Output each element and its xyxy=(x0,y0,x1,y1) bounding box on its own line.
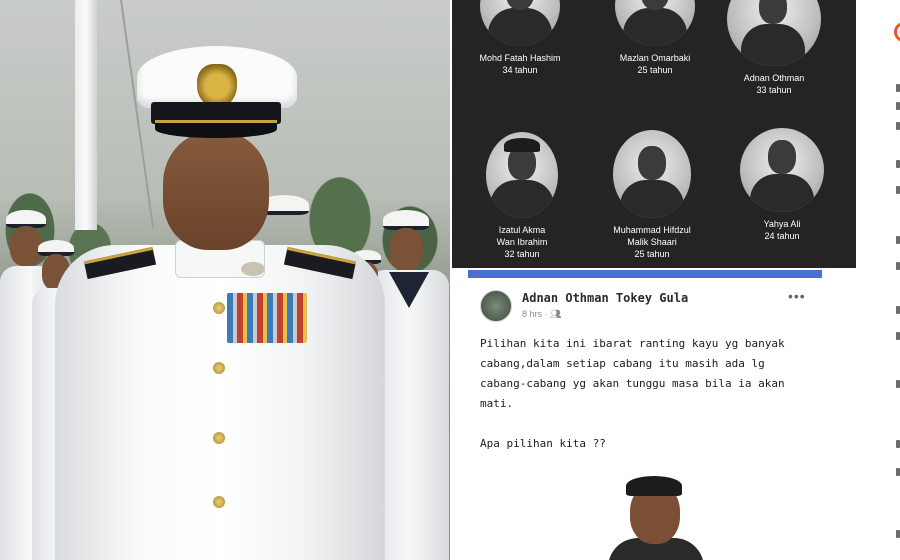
cropped-text-fragment xyxy=(896,236,900,244)
profile-ring-icon xyxy=(894,22,900,42)
uniform-pin xyxy=(241,262,265,276)
victim-portrait xyxy=(480,0,560,46)
victim-card: Yahya Ali 24 tahun xyxy=(722,128,842,242)
victim-portrait xyxy=(727,0,821,66)
post-meta: 8 hrs · 👥︎ xyxy=(522,309,561,320)
victim-name: Izatul Akma Wan Ibrahim xyxy=(496,225,548,247)
cropped-text-fragment xyxy=(896,102,900,110)
victim-portrait xyxy=(613,130,691,218)
facebook-post: Adnan Othman Tokey Gula 8 hrs · 👥︎ ••• P… xyxy=(468,270,822,560)
cropped-text-fragment xyxy=(896,122,900,130)
uniform-button xyxy=(213,496,225,508)
naval-officer-photo xyxy=(0,0,450,560)
victim-name: Yahya Ali xyxy=(763,219,801,229)
victim-age: 34 tahun xyxy=(502,65,538,75)
victim-name: Adnan Othman xyxy=(743,73,805,83)
friends-icon: 👥︎ xyxy=(550,309,562,319)
victim-name: Muhammad Hifdzul Malik Shaari xyxy=(613,225,691,247)
post-photo[interactable] xyxy=(468,460,822,560)
naval-officer xyxy=(55,40,385,560)
victim-portrait xyxy=(740,128,824,212)
cropped-text-fragment xyxy=(896,186,900,194)
victim-age: 24 tahun xyxy=(764,231,800,241)
victim-name: Mohd Fatah Hashim xyxy=(479,53,561,63)
cropped-text-fragment xyxy=(896,262,900,270)
medal-ribbons xyxy=(227,293,307,343)
avatar[interactable] xyxy=(480,290,512,322)
victim-age: 25 tahun xyxy=(634,249,670,259)
victim-portrait xyxy=(486,132,558,218)
victims-panel: Mohd Fatah Hashim 34 tahun Mazlan Omarba… xyxy=(452,0,856,268)
cropped-text-fragment xyxy=(896,380,900,388)
victim-name: Mazlan Omarbaki xyxy=(619,53,691,63)
white-dress-uniform xyxy=(55,245,385,560)
cropped-text-fragment xyxy=(896,468,900,476)
cropped-text-fragment xyxy=(896,332,900,340)
victim-age: 32 tahun xyxy=(504,249,540,259)
cropped-side-column xyxy=(882,0,900,560)
victim-card: Mazlan Omarbaki 25 tahun xyxy=(595,0,715,76)
post-time[interactable]: 8 hrs xyxy=(522,309,542,319)
facebook-header-bar xyxy=(468,270,822,278)
victim-card: Izatul Akma Wan Ibrahim 32 tahun xyxy=(462,132,582,260)
victim-age: 33 tahun xyxy=(756,85,792,95)
cropped-text-fragment xyxy=(896,306,900,314)
cropped-text-fragment xyxy=(896,160,900,168)
victim-card: Muhammad Hifdzul Malik Shaari 25 tahun xyxy=(592,130,712,260)
victim-card: Mohd Fatah Hashim 34 tahun xyxy=(460,0,580,76)
uniform-button xyxy=(213,302,225,314)
cropped-text-fragment xyxy=(896,530,900,538)
victim-age: 25 tahun xyxy=(637,65,673,75)
officer-face xyxy=(163,132,269,250)
uniform-button xyxy=(213,362,225,374)
more-dots-icon[interactable]: ••• xyxy=(788,288,806,304)
victim-portrait xyxy=(615,0,695,46)
victim-card: Adnan Othman 33 tahun xyxy=(714,0,834,96)
cropped-text-fragment xyxy=(896,84,900,92)
post-author[interactable]: Adnan Othman Tokey Gula xyxy=(522,291,688,305)
uniform-button xyxy=(213,432,225,444)
cropped-text-fragment xyxy=(896,440,900,448)
